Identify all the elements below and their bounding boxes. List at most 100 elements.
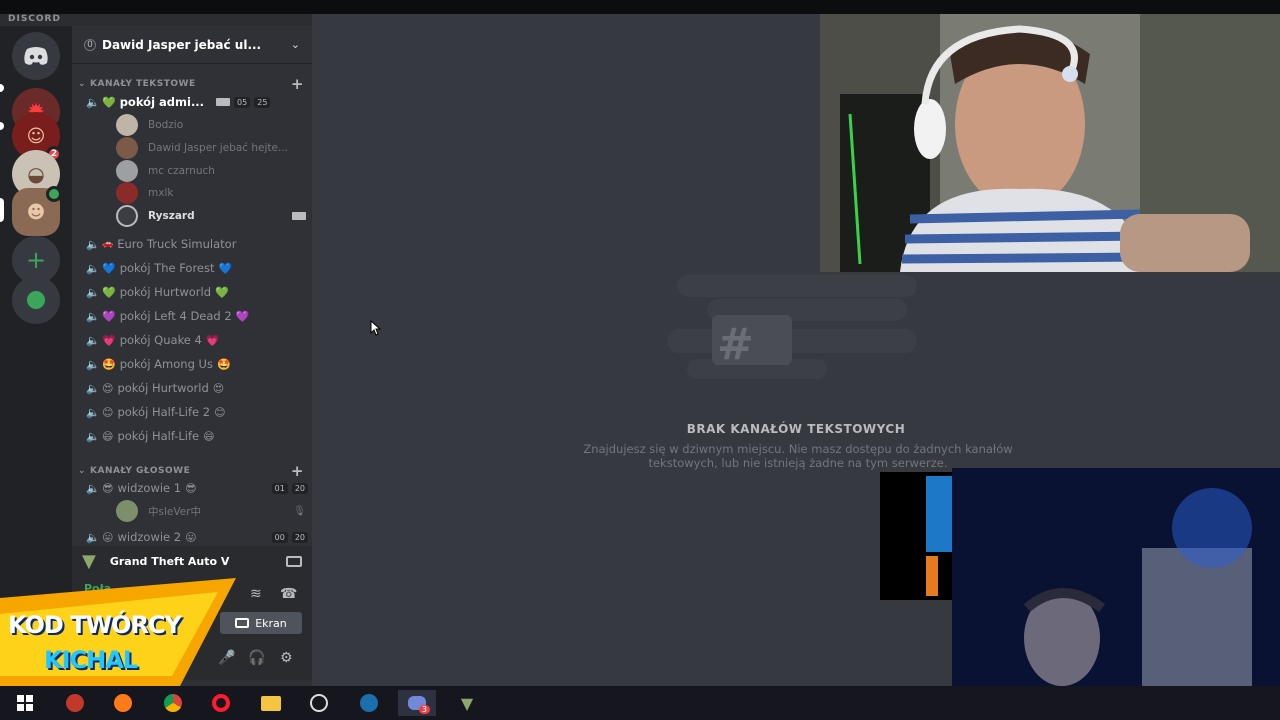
channel-name: pokój Left 4 Dead 2: [119, 309, 232, 323]
discord-window: DISCORD ✹ 1 ☺ 2 ◒ ☻ + 0: [0, 0, 1280, 720]
empty-channels-illustration: #: [667, 275, 917, 379]
screen-icon[interactable]: [286, 555, 302, 567]
empty-state-description: Znajdujesz się w dziwnym miejscu. Nie ma…: [583, 442, 1013, 470]
voice-channel[interactable]: 🔈 😊 pokój Half-Life 2 😊: [86, 401, 308, 423]
chrome-icon: [164, 694, 182, 712]
preview-blue-bar: [926, 476, 952, 552]
voice-user[interactable]: 中sleVer中 🎙: [116, 500, 306, 522]
speaker-icon: 🔈: [86, 429, 100, 443]
firefox-icon: [114, 694, 132, 712]
voice-channel[interactable]: 🔈 💚 pokój Hurtworld 💚: [86, 281, 308, 303]
category-label: KANAŁY GŁOSOWE: [90, 466, 191, 476]
voice-channel[interactable]: 🔈 😛 widzowie 2 😛 00 20: [86, 529, 308, 545]
channel-emoji: 😄: [102, 429, 114, 443]
voice-channel-admin[interactable]: 🔈 💚 pokój admi... 05 25: [86, 91, 308, 113]
taskbar-steam[interactable]: [350, 690, 388, 716]
taskbar-opera[interactable]: [202, 690, 240, 716]
mouse-cursor-icon: [370, 320, 382, 336]
voice-channel[interactable]: 🔈 😎 widzowie 1 😎 01 20: [86, 477, 308, 499]
screen-share-icon: [292, 212, 306, 220]
game-name: Grand Theft Auto V: [109, 554, 230, 568]
selected-pill: [0, 198, 4, 222]
speaker-icon: 🔈: [86, 481, 100, 495]
channel-name: widzowie 1: [117, 481, 182, 495]
channel-name: pokój Half-Life: [117, 429, 200, 443]
guild-name: Dawid Jasper jebać ul...: [102, 37, 262, 52]
channel-emoji-after: 💗: [205, 333, 220, 347]
taskbar-app-1[interactable]: [56, 690, 94, 716]
user-count: 05: [234, 96, 251, 108]
taskbar-discord[interactable]: 3: [398, 690, 436, 716]
plus-icon: +: [25, 246, 47, 274]
user-limit: 20: [291, 531, 308, 543]
channel-emoji: 💚: [102, 285, 116, 299]
unread-pill: [0, 84, 4, 92]
avatar: [116, 182, 138, 204]
discord-badge: 3: [418, 705, 430, 714]
voice-channel[interactable]: 🔈 💜 pokój Left 4 Dead 2 💜: [86, 305, 308, 327]
speaker-icon: 🔈: [86, 381, 100, 395]
monitor-icon: [235, 618, 250, 628]
server-3-glyph: ◒: [27, 162, 45, 186]
speaker-icon: 🔈: [86, 285, 100, 299]
voice-user[interactable]: Bodzio: [116, 114, 306, 136]
explore-servers-button[interactable]: [12, 276, 60, 324]
noise-suppression-icon[interactable]: ≋: [250, 586, 262, 602]
voice-channel[interactable]: 🔈 🚗 Euro Truck Simulator: [86, 233, 308, 255]
webcam-person-image: [820, 14, 1280, 272]
opera-icon: [212, 694, 230, 712]
channel-name: Euro Truck Simulator: [117, 237, 237, 251]
user-limit: 20: [291, 482, 308, 494]
discord-logo-icon: [24, 47, 48, 65]
taskbar-explorer[interactable]: [252, 690, 290, 716]
voice-channel[interactable]: 🔈 😍 pokój Hurtworld 😍: [86, 377, 308, 399]
chevron-icon: ⌄: [78, 79, 87, 89]
taskbar-firefox[interactable]: [104, 690, 142, 716]
voice-channel[interactable]: 🔈 😄 pokój Half-Life 😄: [86, 425, 308, 447]
preview-orange-bar: [926, 556, 938, 596]
boost-count: 0: [84, 38, 96, 51]
settings-gear-icon[interactable]: ⚙: [280, 650, 293, 666]
taskbar-gta[interactable]: ▼: [448, 690, 486, 716]
guild-header[interactable]: 0 Dawid Jasper jebać ul... ⌄: [72, 26, 312, 64]
gta-icon: ▼: [460, 693, 474, 713]
camera-icon: [216, 98, 231, 106]
folder-icon: [261, 695, 281, 711]
speaker-icon: 🔈: [86, 237, 100, 251]
voice-channel[interactable]: 🔈 💗 pokój Quake 4 💗: [86, 329, 308, 351]
voice-user[interactable]: Ryszard: [116, 205, 306, 227]
headphones-icon[interactable]: 🎧: [248, 650, 265, 666]
webcam-overlay-streamer: [820, 14, 1280, 272]
voice-channel[interactable]: 🔈 🤩 pokój Among Us 🤩: [86, 353, 308, 375]
category-label: KANAŁY TEKSTOWE: [90, 79, 196, 89]
obs-icon: [310, 694, 328, 712]
svg-text:#: #: [717, 319, 754, 370]
game-logo-icon: ▼: [82, 550, 96, 572]
user-count: 01: [271, 482, 288, 494]
channel-name: widzowie 2: [117, 530, 182, 544]
channel-emoji-after: 💜: [235, 309, 250, 323]
channel-emoji-after: 😄: [203, 429, 215, 443]
disconnect-icon[interactable]: ☎: [280, 586, 297, 602]
compass-icon: [27, 291, 45, 309]
start-button[interactable]: [6, 690, 44, 716]
channel-name: pokój Among Us: [119, 357, 213, 371]
screen-share-label: Ekran: [255, 616, 287, 630]
speaker-icon: 🔈: [86, 405, 100, 419]
voice-user[interactable]: Dawid Jasper jebać hejte...: [116, 137, 306, 159]
server-icon-active[interactable]: ☻: [12, 186, 62, 236]
taskbar-chrome[interactable]: [154, 690, 192, 716]
voice-user[interactable]: mc czarnuch: [116, 160, 306, 182]
voice-user[interactable]: mxlk: [116, 182, 306, 204]
promo-line-1: KOD TWÓRCY: [8, 611, 182, 639]
chevron-down-icon: ⌄: [290, 38, 300, 51]
taskbar-obs[interactable]: [300, 690, 338, 716]
avatar: [116, 500, 138, 522]
channel-emoji: 😛: [102, 530, 114, 544]
activity-panel[interactable]: ▼ Grand Theft Auto V: [72, 546, 312, 576]
chevron-icon: ⌄: [78, 466, 87, 476]
home-button[interactable]: [12, 32, 60, 80]
voice-channel[interactable]: 🔈 💙 pokój The Forest 💙: [86, 257, 308, 279]
user-name: 中sleVer中: [148, 505, 201, 518]
channel-name: pokój Hurtworld: [119, 285, 212, 299]
